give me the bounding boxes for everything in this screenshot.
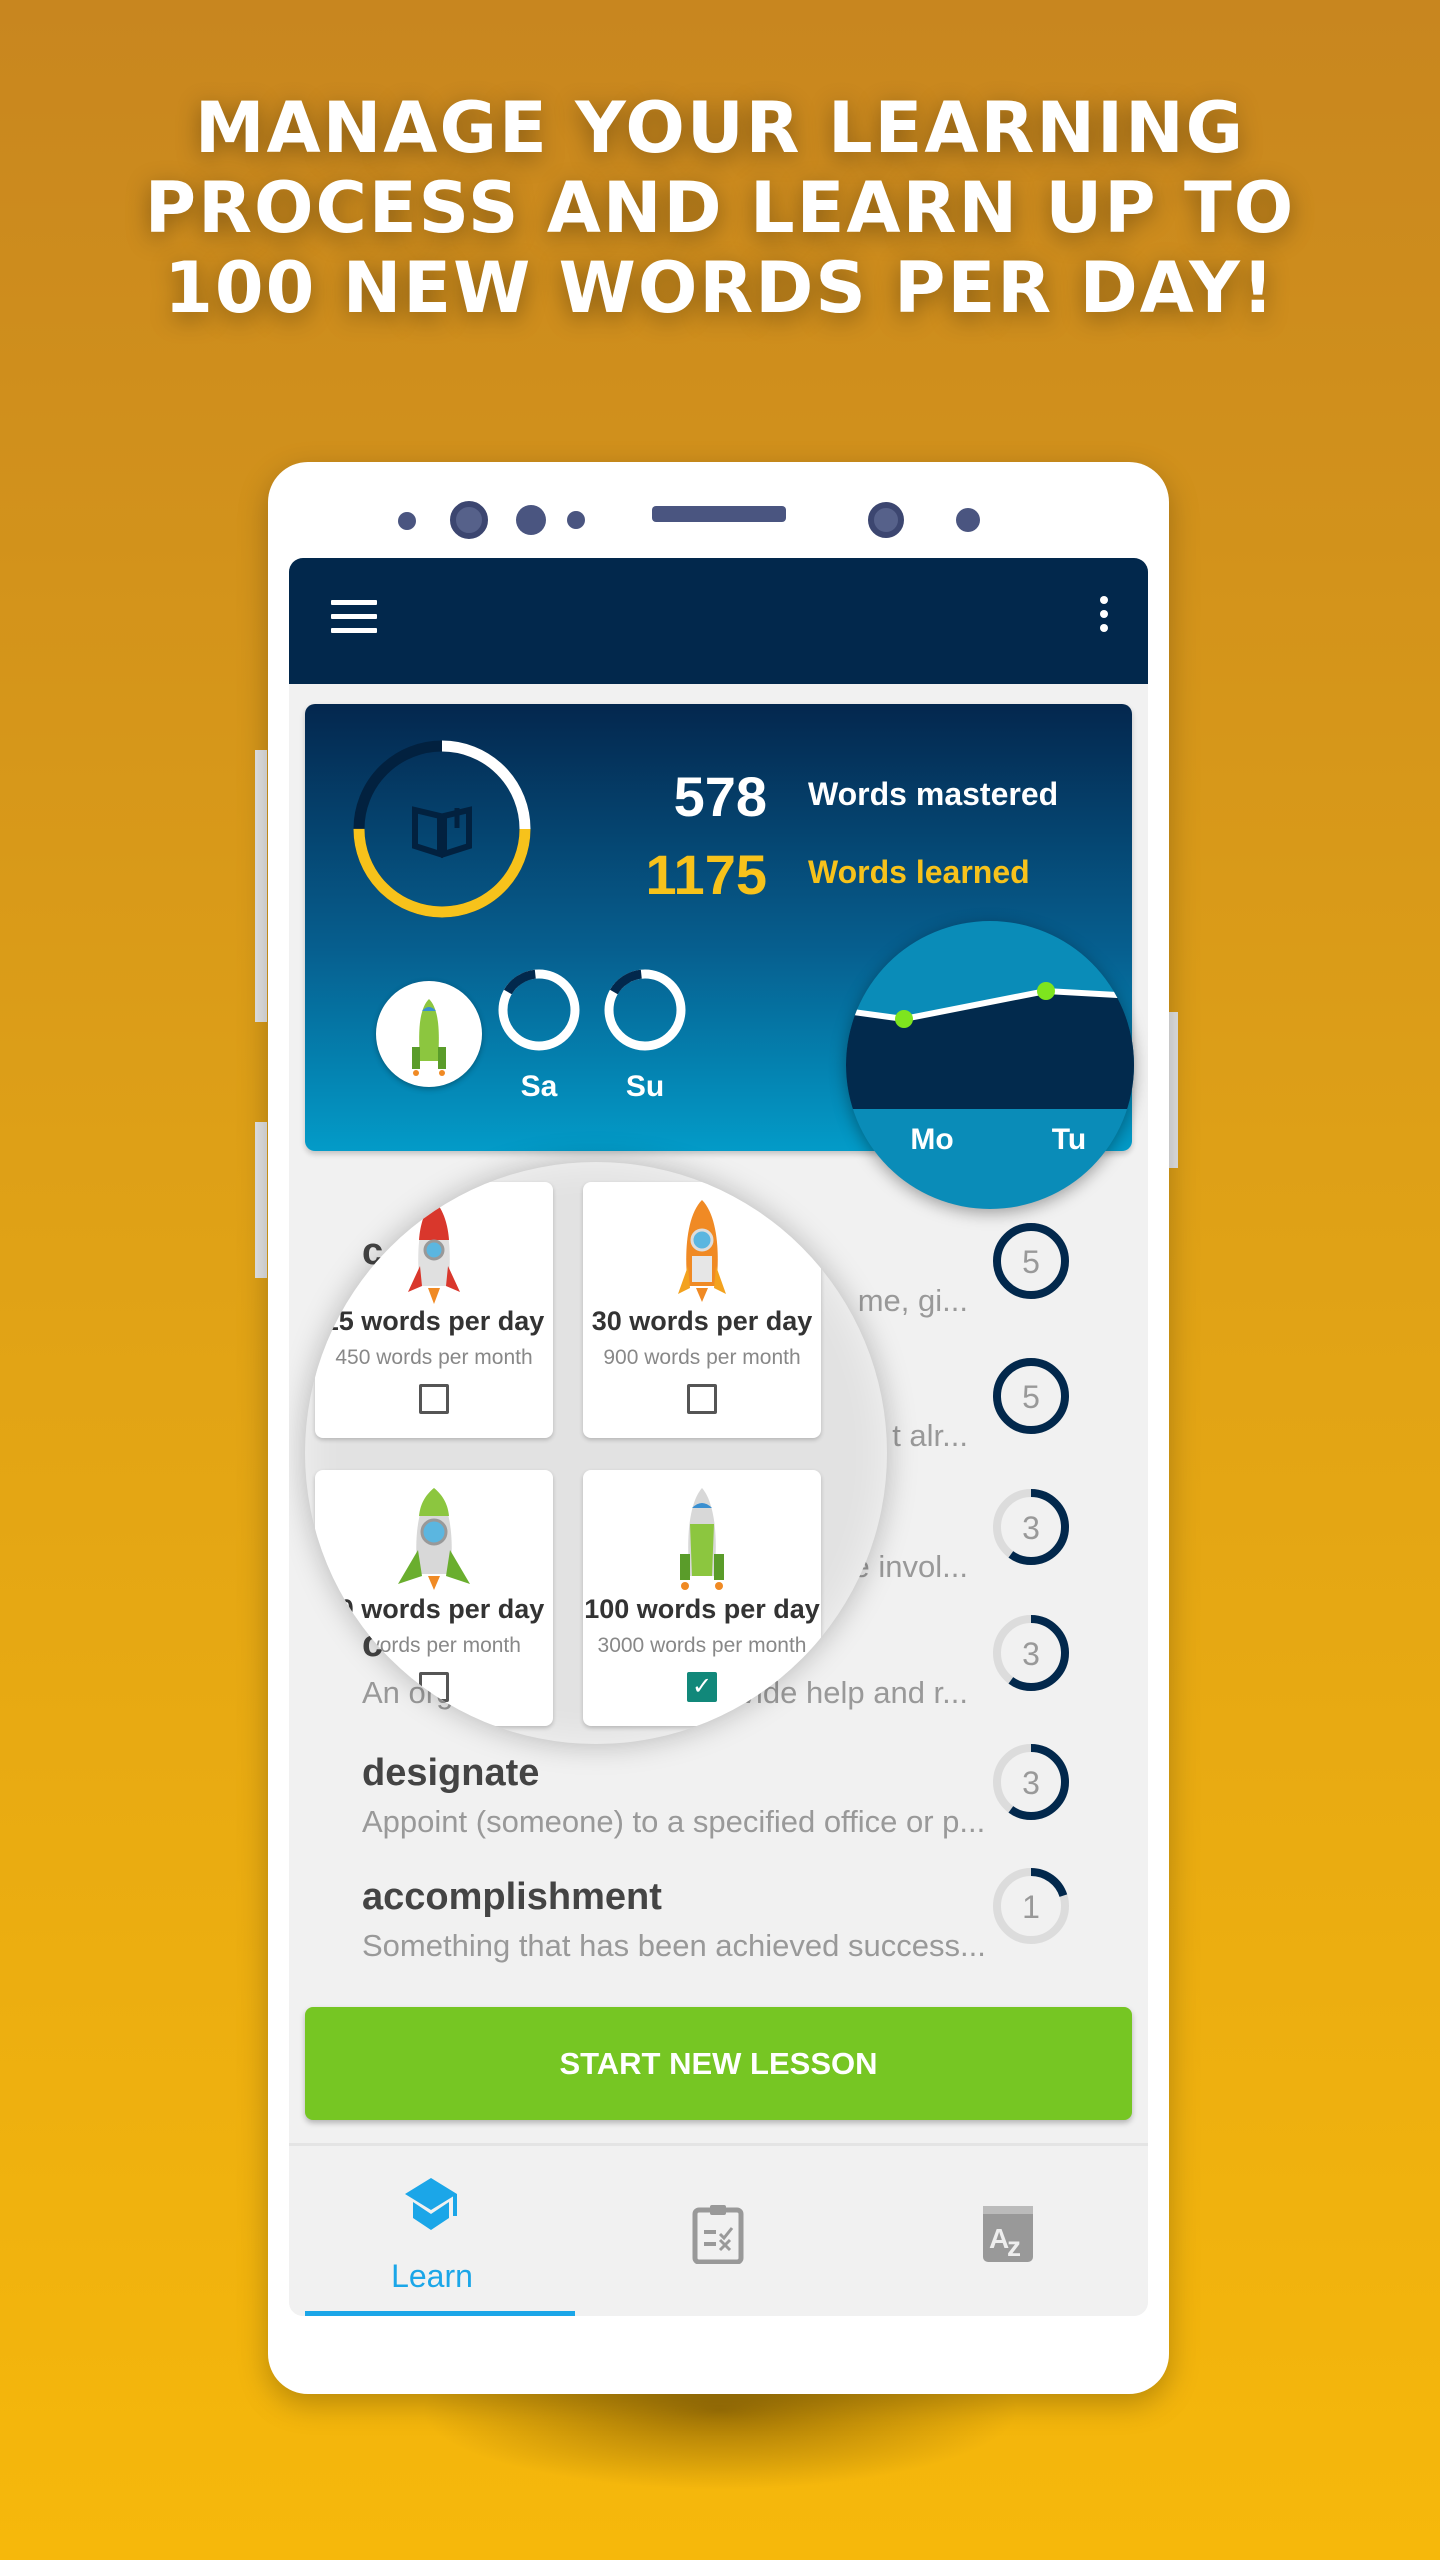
chart-point-mo [895,1010,913,1028]
tab-learn-label: Learn [391,2258,473,2294]
plan-subtitle: 450 words per month [335,1346,533,1369]
plan-subtitle: 900 words per month [603,1346,801,1369]
tab-quiz[interactable] [575,2146,861,2316]
word-list-item[interactable]: accomplishment Something that has been ac… [289,1868,1148,1996]
more-options-icon[interactable] [1098,596,1110,640]
word-level-ring: 3 [993,1744,1069,1820]
word-level-ring: 1 [993,1868,1069,1944]
word-definition-fragment: t alr... [892,1418,968,1453]
plan-title: 30 words per day [591,1306,813,1336]
word-level: 3 [1022,1765,1040,1801]
app-bar [289,558,1148,684]
word-level: 3 [1022,1510,1040,1546]
headline-line: PROCESS AND LEARN UP TO [144,167,1296,249]
day-label-tu: Tu [1051,1123,1087,1156]
day-label-mo: Mo [910,1123,954,1156]
speaker [652,506,786,522]
word-level: 5 [1022,1244,1040,1280]
plan-checkbox[interactable] [687,1384,717,1414]
plan-card[interactable]: 100 words per day 3000 words per month ✓ [583,1470,821,1726]
hamburger-menu-icon[interactable] [331,600,377,636]
svg-text:z: z [1007,2231,1021,2262]
plan-title: 50 words per day [323,1594,545,1624]
plan-title: 100 words per day [584,1594,820,1624]
clipboard-checklist-icon [692,2205,744,2264]
graduation-cap-icon [405,2178,457,2230]
red-rocket-icon [408,1200,460,1304]
plan-title: 15 words per day [323,1306,545,1336]
day-label: Sa [520,1070,558,1103]
sensor-dot [956,508,980,532]
word-definition-fragment: me, gi... [857,1283,968,1318]
plan-magnifier: 15 words per day 450 words per month 30 wo… [305,1162,887,1744]
app-screen: 578 Words mastered 1175 Words learned Sa… [289,558,1148,2316]
word-level: 1 [1022,1889,1040,1925]
plan-checkbox[interactable]: ✓ [687,1672,717,1702]
learned-label: Words learned [808,854,1030,890]
word-level-ring: 3 [993,1615,1069,1691]
word-title: accomplishment [362,1876,662,1918]
headline-line: 100 NEW WORDS PER DAY! [164,247,1276,329]
chart-point-tu [1037,982,1055,1000]
plan-checkbox[interactable] [419,1384,449,1414]
camera [868,502,904,538]
plan-avatar[interactable] [376,981,482,1087]
sensor-dot [567,511,585,529]
headline-line: MANAGE YOUR LEARNING [194,87,1246,169]
tab-learn[interactable]: Learn [289,2146,575,2316]
jet-rocket-icon [412,999,446,1076]
active-tab-indicator [305,2311,575,2316]
chart-area [846,991,1134,1109]
orange-rocket-icon [678,1200,726,1302]
checkmark-icon: ✓ [691,1673,713,1700]
start-new-lesson-button[interactable]: START NEW LESSON [305,2007,1132,2120]
day-label: Su [625,1070,665,1103]
plan-card[interactable]: 15 words per day 450 words per month [315,1182,553,1438]
word-level-ring: 3 [993,1489,1069,1565]
dictionary-az-icon: Az [983,2206,1033,2262]
front-camera [450,501,488,539]
bottom-nav: Learn Az [289,2143,1148,2316]
word-level-ring: 5 [993,1358,1069,1434]
weekly-line-chart [846,982,1134,1109]
tab-dictionary[interactable]: Az [861,2146,1147,2316]
sensor-dot [398,512,416,530]
plan-checkbox[interactable] [419,1672,449,1702]
word-definition: Appoint (someone) to a specified office … [362,1804,986,1839]
word-level-ring: 5 [993,1223,1069,1299]
sensor-dot [516,505,546,535]
mastered-count: 578 [673,765,767,828]
word-definition: Something that has been achieved success… [362,1928,986,1963]
learned-count: 1175 [645,843,768,906]
mastered-label: Words mastered [808,776,1059,812]
overall-progress-ring [353,740,531,918]
phone-volume-button [255,750,267,1022]
word-level: 3 [1022,1636,1040,1672]
day-ring-su [601,966,689,1054]
headline: MANAGE YOUR LEARNING PROCESS AND LEARN U… [0,88,1440,328]
word-title: designate [362,1752,540,1794]
plan-subtitle: 0 words per month [347,1634,521,1657]
green-rocket-icon [398,1488,470,1590]
phone-side-button [255,1122,267,1278]
word-list-item[interactable]: designate Appoint (someone) to a specifie… [289,1744,1148,1872]
day-ring-sa [495,966,583,1054]
plan-card[interactable]: 50 words per day 0 words per month [315,1470,553,1726]
plan-card[interactable]: 30 words per day 900 words per month [583,1182,821,1438]
jet-rocket-icon [680,1488,724,1590]
word-level: 5 [1022,1379,1040,1415]
plan-subtitle: 3000 words per month [597,1634,807,1657]
book-icon [412,806,472,859]
chart-magnifier: Mo Tu [846,921,1134,1209]
